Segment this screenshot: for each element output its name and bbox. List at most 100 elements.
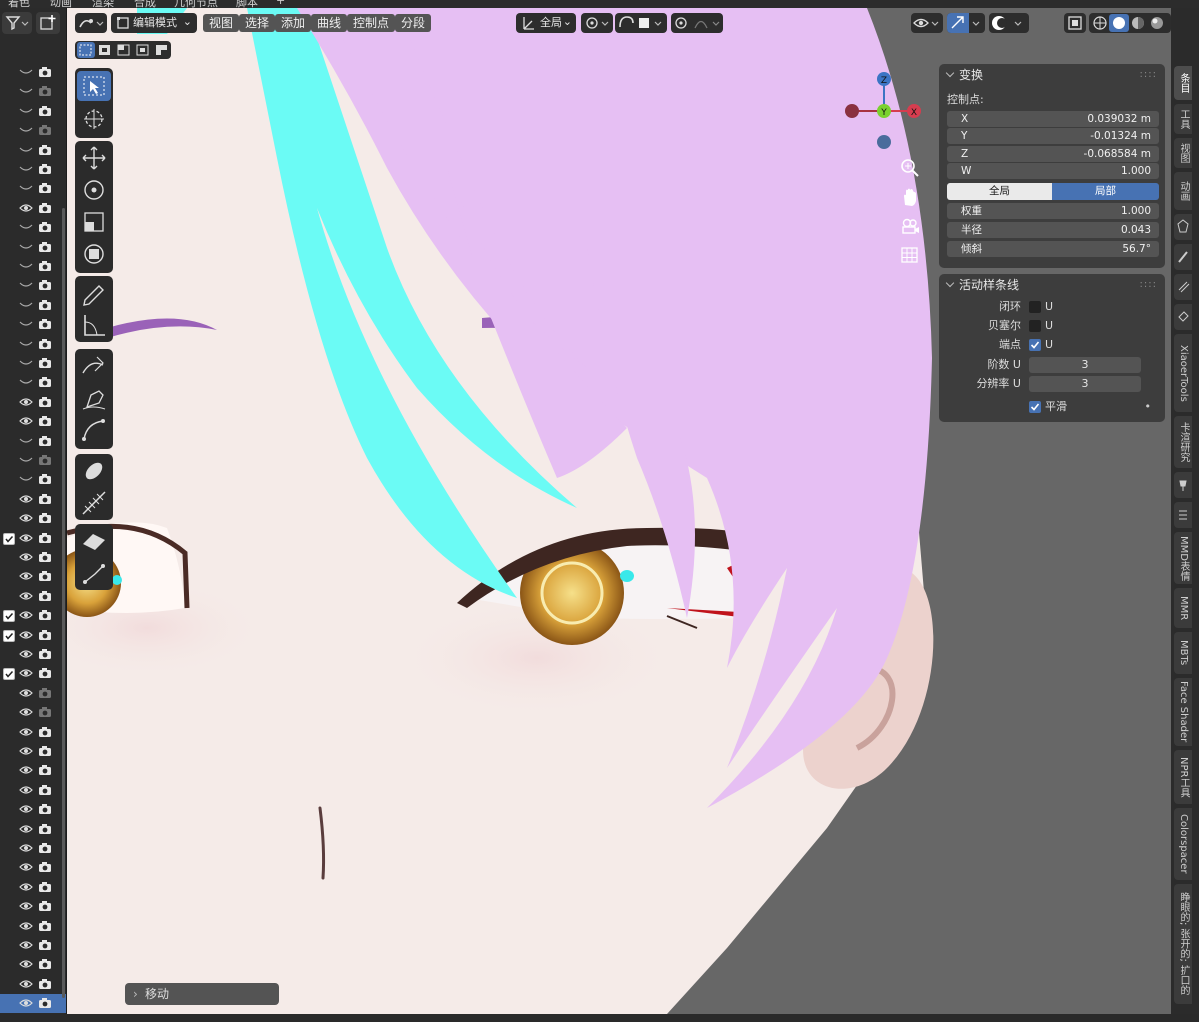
transform-tool[interactable] — [77, 239, 111, 269]
outliner-row[interactable] — [0, 276, 66, 295]
rotate-tool[interactable] — [77, 175, 111, 205]
outliner-row[interactable] — [0, 451, 66, 470]
eye-icon[interactable] — [19, 163, 33, 175]
coord-x-field[interactable]: X 0.039032 m — [947, 111, 1159, 127]
tab-xiaoertools[interactable]: XiaoerTools — [1174, 334, 1192, 412]
outliner-row[interactable] — [0, 470, 66, 489]
eye-icon[interactable] — [19, 842, 33, 854]
gizmo-toggle[interactable] — [947, 13, 985, 33]
camera-icon[interactable] — [38, 299, 52, 311]
eye-icon[interactable] — [19, 881, 33, 893]
camera-icon[interactable] — [38, 221, 52, 233]
camera-icon[interactable] — [38, 590, 52, 602]
outliner-row[interactable] — [0, 936, 66, 955]
menu-add[interactable]: 添加 — [275, 14, 312, 32]
move-tool[interactable] — [77, 143, 111, 173]
eye-icon[interactable] — [19, 493, 33, 505]
weight-field[interactable]: 权重 1.000 — [947, 203, 1159, 219]
outliner-row[interactable] — [0, 179, 66, 198]
pen-tool[interactable] — [77, 383, 111, 413]
camera-icon[interactable] — [38, 958, 52, 970]
eye-icon[interactable] — [19, 202, 33, 214]
navigation-gizmo[interactable]: Z Y X — [841, 68, 927, 154]
workspace-tab[interactable]: 着色 — [8, 0, 30, 8]
camera-icon[interactable] — [38, 629, 52, 641]
eye-icon[interactable] — [19, 512, 33, 524]
eye-icon[interactable] — [19, 551, 33, 563]
resolution-u-field[interactable]: 3 — [1029, 376, 1141, 392]
outliner-row[interactable] — [0, 315, 66, 334]
workspace-tab[interactable]: 脚本 — [236, 0, 258, 8]
outliner-row[interactable] — [0, 645, 66, 664]
outliner-row[interactable] — [0, 218, 66, 237]
workspace-tab[interactable]: 合成 — [134, 0, 156, 8]
exclude-checkbox[interactable] — [3, 668, 15, 681]
outliner-row[interactable] — [0, 878, 66, 897]
measure-tool[interactable] — [77, 310, 111, 340]
snap-group[interactable] — [615, 13, 667, 33]
menu-view[interactable]: 视图 — [203, 14, 240, 32]
mode-dropdown[interactable]: 编辑模式 ⌄ — [111, 13, 197, 33]
camera-icon[interactable] — [38, 338, 52, 350]
outliner-row[interactable] — [0, 412, 66, 431]
coord-w-field[interactable]: W 1.000 — [947, 163, 1159, 179]
smooth-checkbox[interactable] — [1029, 401, 1041, 413]
camera-icon[interactable] — [38, 279, 52, 291]
camera-icon[interactable] — [38, 512, 52, 524]
order-u-field[interactable]: 3 — [1029, 357, 1141, 373]
camera-icon[interactable] — [38, 85, 52, 97]
exclude-checkbox[interactable] — [3, 629, 15, 642]
eye-icon[interactable] — [19, 357, 33, 369]
eye-icon[interactable] — [19, 376, 33, 388]
perspective-toggle[interactable] — [898, 243, 922, 267]
coord-z-field[interactable]: Z -0.068584 m — [947, 146, 1159, 162]
camera-icon[interactable] — [38, 144, 52, 156]
workspace-tab[interactable]: 几何节点 — [174, 0, 218, 8]
camera-icon[interactable] — [38, 551, 52, 563]
outliner-row[interactable] — [0, 858, 66, 877]
eye-icon[interactable] — [19, 279, 33, 291]
camera-icon[interactable] — [38, 318, 52, 330]
outliner-row[interactable] — [0, 761, 66, 780]
outliner-row[interactable] — [0, 664, 66, 683]
camera-icon[interactable] — [38, 978, 52, 990]
eye-icon[interactable] — [19, 726, 33, 738]
pan-button[interactable] — [898, 185, 922, 209]
outliner-row[interactable] — [0, 335, 66, 354]
eye-icon[interactable] — [19, 978, 33, 990]
eye-icon[interactable] — [19, 454, 33, 466]
workspace-tab[interactable]: 渲染 — [92, 0, 114, 8]
outliner-row[interactable] — [0, 606, 66, 625]
camera-icon[interactable] — [38, 396, 52, 408]
extrude-tool[interactable] — [77, 558, 111, 588]
eye-icon[interactable] — [19, 590, 33, 602]
tab-view[interactable]: 视图 — [1174, 138, 1192, 168]
drag-handle-icon[interactable]: :::: — [1140, 64, 1157, 86]
eye-icon[interactable] — [19, 861, 33, 873]
eye-icon[interactable] — [19, 958, 33, 970]
outliner-row[interactable] — [0, 63, 66, 82]
eye-icon[interactable] — [19, 570, 33, 582]
eye-icon[interactable] — [19, 745, 33, 757]
outliner-row[interactable] — [0, 121, 66, 140]
workspace-tab-add[interactable]: + — [276, 0, 285, 7]
exclude-checkbox[interactable] — [3, 610, 15, 623]
outliner-row[interactable] — [0, 238, 66, 257]
eye-icon[interactable] — [19, 939, 33, 951]
select-mode-group[interactable] — [75, 41, 171, 59]
camera-icon[interactable] — [38, 66, 52, 78]
radius-field[interactable]: 半径 0.043 — [947, 222, 1159, 238]
proportional-edit-group[interactable] — [671, 13, 723, 33]
camera-icon[interactable] — [38, 842, 52, 854]
camera-icon[interactable] — [38, 687, 52, 699]
camera-icon[interactable] — [38, 241, 52, 253]
outliner-row[interactable] — [0, 82, 66, 101]
tab-icon-5[interactable] — [1174, 472, 1192, 498]
outliner-row[interactable] — [0, 703, 66, 722]
tab-tool[interactable]: 工具 — [1174, 104, 1192, 134]
outliner-row[interactable] — [0, 490, 66, 509]
camera-icon[interactable] — [38, 803, 52, 815]
outliner-row[interactable] — [0, 917, 66, 936]
camera-icon[interactable] — [38, 939, 52, 951]
tab-toon-research[interactable]: 卡渲研究 — [1174, 416, 1192, 468]
